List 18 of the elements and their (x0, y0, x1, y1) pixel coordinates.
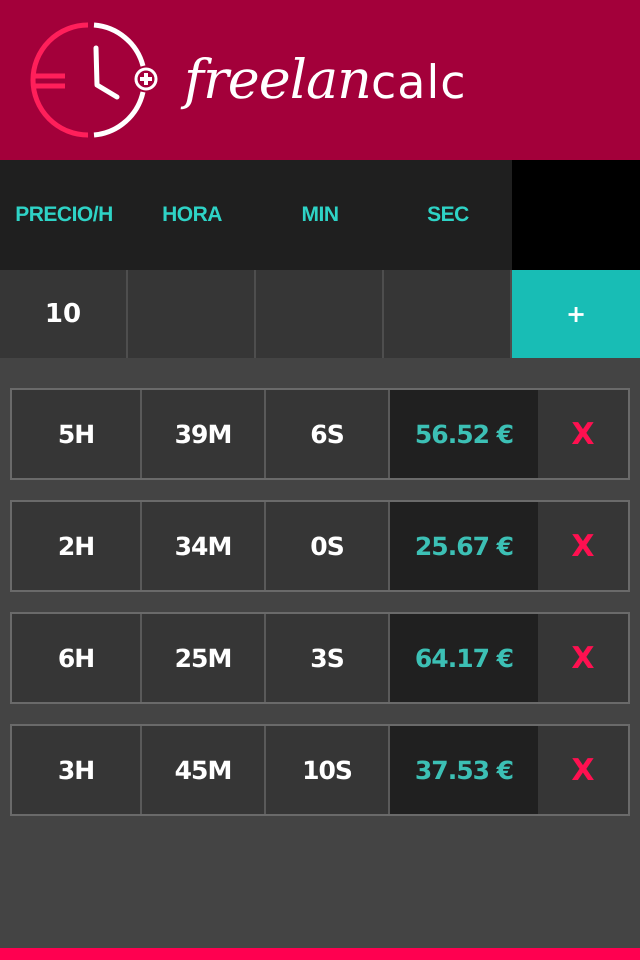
column-label: PRECIO/H (15, 203, 113, 227)
amount-cell: 56.52 € (390, 390, 538, 478)
amount-cell: 25.67 € (390, 502, 538, 590)
minutes-cell: 39M (142, 390, 266, 478)
add-button[interactable]: + (512, 270, 640, 358)
hours-cell: 6H (12, 614, 142, 702)
amount-cell: 64.17 € (390, 614, 538, 702)
column-label: SEC (427, 203, 469, 227)
column-label: MIN (302, 203, 338, 227)
hours-cell: 2H (12, 502, 142, 590)
minutes-cell: 25M (142, 614, 266, 702)
hours-cell: 3H (12, 726, 142, 814)
column-label: HORA (162, 203, 222, 227)
minutes-cell: 34M (142, 502, 266, 590)
amount-cell: 37.53 € (390, 726, 538, 814)
clock-logo-icon (30, 20, 160, 140)
minutes-cell: 45M (142, 726, 266, 814)
hours-cell: 5H (12, 390, 142, 478)
